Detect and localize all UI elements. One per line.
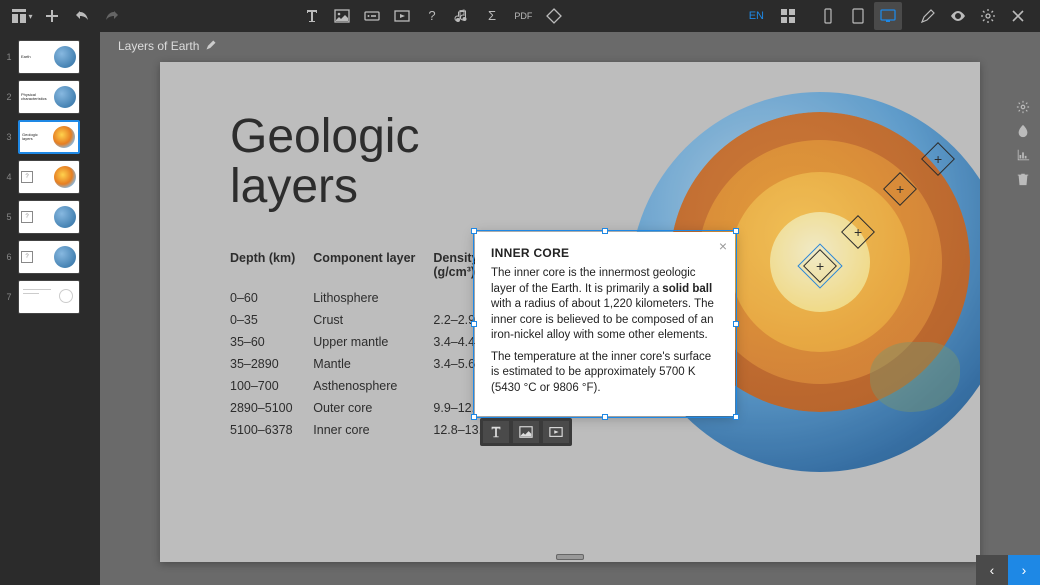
- edit-title-button[interactable]: [205, 39, 217, 54]
- tablet-preview-button[interactable]: [844, 2, 872, 30]
- slide-thumbnail-4[interactable]: ?: [18, 160, 80, 194]
- thumb-number: 2: [4, 92, 14, 102]
- phone-preview-button[interactable]: [814, 2, 842, 30]
- properties-button[interactable]: [1012, 96, 1034, 118]
- mini-image-button[interactable]: [513, 421, 539, 443]
- stats-button[interactable]: [1012, 144, 1034, 166]
- thumb-number: 5: [4, 212, 14, 222]
- add-button[interactable]: [38, 2, 66, 30]
- preview-button[interactable]: [944, 2, 972, 30]
- annotation-popup[interactable]: × INNER CORE The inner core is the inner…: [475, 232, 735, 416]
- popup-title: INNER CORE: [491, 246, 719, 260]
- draw-button[interactable]: [914, 2, 942, 30]
- table-row: 35–60Upper mantle3.4–4.4: [230, 331, 507, 353]
- slide-data-table[interactable]: Depth (km) Component layer Density (g/cm…: [230, 247, 507, 441]
- popup-close-button[interactable]: ×: [719, 238, 727, 254]
- language-selector[interactable]: EN: [741, 10, 772, 22]
- next-slide-button[interactable]: ›: [1008, 555, 1040, 585]
- thumb-number: 3: [4, 132, 14, 142]
- insert-button-button[interactable]: [358, 2, 386, 30]
- table-row: 5100–6378Inner core12.8–13.1: [230, 419, 507, 441]
- desktop-preview-button[interactable]: [874, 2, 902, 30]
- slide-thumbnail-3[interactable]: Geologic layers: [18, 120, 80, 154]
- popup-paragraph: The inner core is the innermost geologic…: [491, 266, 719, 344]
- mini-text-button[interactable]: [483, 421, 509, 443]
- canvas-area: Layers of Earth Geologiclayers Depth (km…: [100, 32, 1040, 585]
- top-toolbar: ▾ ? Σ PDF EN: [0, 0, 1040, 32]
- layout-menu-button[interactable]: ▾: [8, 2, 36, 30]
- slide-thumbnail-6[interactable]: ?: [18, 240, 80, 274]
- table-row: 35–2890Mantle3.4–5.6: [230, 353, 507, 375]
- insert-image-button[interactable]: [328, 2, 356, 30]
- slide-canvas[interactable]: Geologiclayers Depth (km) Component laye…: [160, 62, 980, 562]
- slide-thumbnail-2[interactable]: Physical characteristics: [18, 80, 80, 114]
- thumb-number: 6: [4, 252, 14, 262]
- slide-resize-handle[interactable]: [556, 554, 584, 560]
- insert-question-button[interactable]: ?: [418, 2, 446, 30]
- right-side-tools: [1012, 96, 1034, 190]
- slide-thumbnail-1[interactable]: Earth: [18, 40, 80, 74]
- popup-paragraph: The temperature at the inner core's surf…: [491, 350, 719, 397]
- table-row: 100–700Asthenosphere: [230, 375, 507, 397]
- thumb-number: 4: [4, 172, 14, 182]
- slide-thumbnails-panel: 1 Earth 2 Physical characteristics 3 Geolog…: [0, 32, 100, 585]
- grid-view-button[interactable]: [774, 2, 802, 30]
- settings-button[interactable]: [974, 2, 1002, 30]
- thumb-number: 1: [4, 52, 14, 62]
- insert-video-button[interactable]: [388, 2, 416, 30]
- col-header-depth: Depth (km): [230, 247, 313, 287]
- delete-button[interactable]: [1012, 168, 1034, 190]
- slide-nav-arrows: ‹ ›: [976, 555, 1040, 585]
- redo-button[interactable]: [98, 2, 126, 30]
- insert-audio-button[interactable]: [448, 2, 476, 30]
- mini-video-button[interactable]: [543, 421, 569, 443]
- table-row: 0–60Lithosphere: [230, 287, 507, 309]
- table-row: 0–35Crust2.2–2.9: [230, 309, 507, 331]
- table-row: 2890–5100Outer core9.9–12.2: [230, 397, 507, 419]
- undo-button[interactable]: [68, 2, 96, 30]
- svg-text:Σ: Σ: [488, 8, 496, 23]
- presentation-title: Layers of Earth: [118, 39, 199, 53]
- slide-thumbnail-7[interactable]: [18, 280, 80, 314]
- col-header-component: Component layer: [313, 247, 433, 287]
- prev-slide-button[interactable]: ‹: [976, 555, 1008, 585]
- insert-shape-button[interactable]: [540, 2, 568, 30]
- slide-thumbnail-5[interactable]: ?: [18, 200, 80, 234]
- color-button[interactable]: [1012, 120, 1034, 142]
- svg-text:?: ?: [429, 8, 436, 23]
- selection-mini-toolbar: [480, 418, 572, 446]
- insert-formula-button[interactable]: Σ: [478, 2, 506, 30]
- export-pdf-button[interactable]: PDF: [508, 2, 538, 30]
- slide-title[interactable]: Geologiclayers: [230, 112, 419, 213]
- insert-text-button[interactable]: [298, 2, 326, 30]
- thumb-number: 7: [4, 292, 14, 302]
- close-button[interactable]: [1004, 2, 1032, 30]
